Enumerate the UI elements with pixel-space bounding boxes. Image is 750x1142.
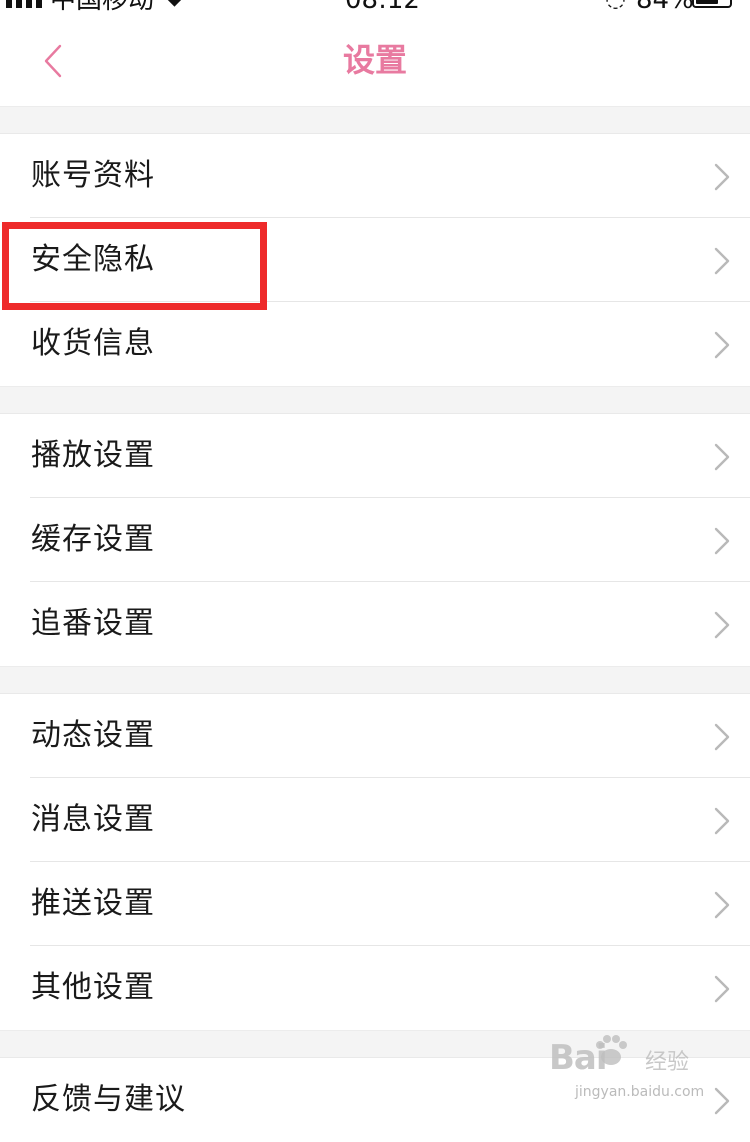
settings-item-feed[interactable]: 动态设置 [0, 694, 750, 778]
section-gap [0, 106, 750, 134]
carrier-name: 中国移动 [50, 0, 154, 14]
chevron-right-icon [714, 247, 730, 275]
settings-item-other[interactable]: 其他设置 [0, 946, 750, 1030]
settings-item-label: 推送设置 [31, 886, 155, 921]
chevron-right-icon [714, 807, 730, 835]
wifi-icon: ◆ [166, 0, 183, 12]
settings-item-push[interactable]: 推送设置 [0, 862, 750, 946]
signal-icon [6, 0, 42, 8]
paw-icon [596, 1035, 627, 1065]
settings-item-cache[interactable]: 缓存设置 [0, 498, 750, 582]
settings-item-label: 账号资料 [31, 158, 155, 193]
settings-item-label: 追番设置 [31, 606, 155, 641]
chevron-right-icon [714, 723, 730, 751]
settings-item-label: 反馈与建议 [31, 1082, 186, 1117]
settings-item-playback[interactable]: 播放设置 [0, 414, 750, 498]
settings-item-label: 缓存设置 [31, 522, 155, 557]
chevron-right-icon [714, 891, 730, 919]
settings-item-label: 动态设置 [31, 718, 155, 753]
chevron-right-icon [714, 331, 730, 359]
chevron-right-icon [714, 163, 730, 191]
settings-item-follow-anime[interactable]: 追番设置 [0, 582, 750, 666]
battery-icon [692, 0, 732, 8]
watermark: Bai 经验 jingyan.baidu.com [549, 1032, 724, 1112]
section-gap [0, 386, 750, 414]
settings-item-security-privacy[interactable]: 安全隐私 [0, 218, 750, 302]
watermark-site: 经验 [645, 1050, 690, 1075]
settings-item-account-profile[interactable]: 账号资料 [0, 134, 750, 218]
settings-item-label: 其他设置 [31, 970, 155, 1005]
settings-item-label: 安全隐私 [31, 242, 155, 277]
chevron-right-icon [714, 975, 730, 1003]
settings-item-messages[interactable]: 消息设置 [0, 778, 750, 862]
settings-item-shipping-info[interactable]: 收货信息 [0, 302, 750, 386]
rotation-lock-icon: ◌ [605, 0, 626, 12]
settings-item-label: 播放设置 [31, 438, 155, 473]
page-title: 设置 [342, 41, 407, 79]
chevron-right-icon [714, 527, 730, 555]
settings-item-label: 收货信息 [31, 326, 155, 361]
section-gap [0, 666, 750, 694]
status-time: 08:12 [345, 0, 420, 14]
chevron-right-icon [714, 443, 730, 471]
status-bar: 中国移动 ◆ 08:12 ◌ 84% [0, 0, 750, 14]
battery-percent: 84% [636, 0, 694, 14]
watermark-url: jingyan.baidu.com [575, 1084, 705, 1100]
settings-item-label: 消息设置 [31, 802, 155, 837]
chevron-right-icon [714, 611, 730, 639]
nav-bar: 设置 [0, 14, 750, 106]
